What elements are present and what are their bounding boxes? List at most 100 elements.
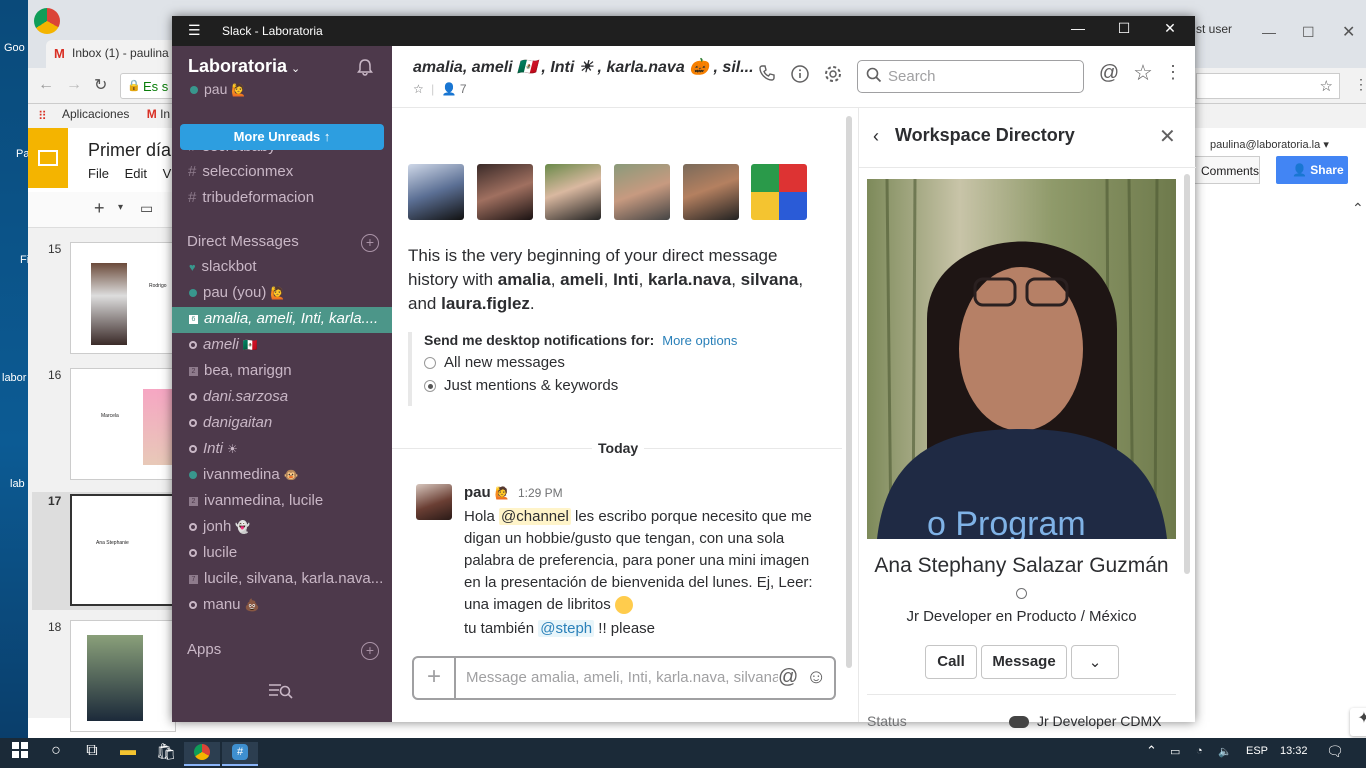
slide-thumbnail[interactable]	[70, 620, 176, 732]
chevron-up-icon[interactable]: ⌃	[1352, 200, 1364, 217]
emoji-picker-icon[interactable]: ☺	[806, 666, 826, 689]
avatar[interactable]	[408, 164, 464, 220]
chrome-menu-icon[interactable]: ⋮	[1354, 76, 1366, 93]
comments-button[interactable]: Comments	[1194, 156, 1260, 184]
attach-plus-icon[interactable]: +	[414, 658, 456, 698]
radio-button[interactable]	[424, 357, 436, 370]
address-bar-right[interactable]: ☆	[1196, 73, 1340, 99]
clock[interactable]: 13:32	[1280, 745, 1308, 757]
file-explorer-icon[interactable]: ▬	[110, 742, 146, 766]
language-indicator[interactable]: ESP	[1246, 745, 1268, 757]
bell-icon[interactable]	[356, 58, 376, 78]
quick-switcher-icon[interactable]	[268, 682, 294, 705]
windows-start-icon[interactable]	[2, 742, 38, 766]
avatar[interactable]	[476, 164, 533, 220]
slack-taskbar-icon[interactable]: #	[222, 742, 258, 766]
dm-item[interactable]: pau (you) 🙋	[172, 281, 392, 307]
bookmark-aplicaciones[interactable]: Aplicaciones	[62, 107, 129, 121]
conversation-title[interactable]: amalia, ameli 🇲🇽 , Inti ☀ , karla.nava 🎃…	[413, 57, 753, 77]
chevron-down-icon[interactable]: ▾	[118, 202, 123, 213]
intro-name[interactable]: amalia	[498, 270, 551, 289]
dm-item[interactable]: 2 bea, mariggn	[172, 359, 392, 385]
dm-item[interactable]: danigaitan	[172, 411, 392, 437]
radio-all-messages[interactable]: All new messages	[424, 354, 828, 371]
phone-icon[interactable]	[756, 64, 778, 86]
chrome-maximize-icon[interactable]: ☐	[1302, 24, 1315, 41]
dm-item[interactable]: 6 amalia, ameli, Inti, karla....	[172, 307, 392, 333]
dm-item[interactable]: 7 lucile, silvana, karla.nava...	[172, 567, 392, 593]
address-bar[interactable]: 🔒 Es s	[120, 73, 180, 99]
more-options-link[interactable]: More options	[662, 333, 737, 348]
user-mention[interactable]: @steph	[538, 620, 595, 637]
channel-mention[interactable]: @channel	[499, 508, 571, 525]
forward-icon[interactable]: →	[66, 76, 82, 94]
radio-mentions[interactable]: Just mentions & keywords	[424, 377, 828, 394]
hamburger-menu-icon[interactable]: ☰	[188, 22, 201, 39]
dm-item[interactable]: ♥ slackbot	[172, 255, 392, 281]
channel-seleccionmex[interactable]: # seleccionmex	[188, 163, 293, 180]
message-author[interactable]: pau	[464, 484, 491, 501]
call-button[interactable]: Call	[925, 645, 977, 679]
dm-item[interactable]: dani.sarzosa	[172, 385, 392, 411]
menu-view[interactable]: V	[163, 166, 172, 181]
intro-name[interactable]: karla.nava	[648, 270, 731, 289]
wifi-icon[interactable]: ◔	[1196, 745, 1203, 757]
dm-item[interactable]: manu 💩	[172, 593, 392, 619]
task-view-icon[interactable]: ⧉	[74, 742, 110, 766]
menu-edit[interactable]: Edit	[125, 166, 147, 181]
channel-tribudeformacion[interactable]: # tribudeformacion	[188, 189, 314, 206]
search-input[interactable]: Search	[857, 60, 1084, 93]
direct-messages-header[interactable]: Direct Messages	[187, 233, 299, 250]
chrome-taskbar-icon[interactable]	[184, 742, 220, 766]
avatar[interactable]	[545, 164, 602, 220]
chrome-minimize-icon[interactable]: —	[1262, 24, 1276, 40]
intro-name[interactable]: laura.figlez	[441, 294, 530, 313]
members-icon[interactable]: 👤	[442, 82, 457, 96]
desktop-icon-label[interactable]: Goo	[4, 42, 25, 54]
desktop-icon-label[interactable]: labor	[2, 372, 26, 384]
desktop-icon-label[interactable]: lab	[10, 478, 25, 490]
dm-item[interactable]: ameli 🇲🇽	[172, 333, 392, 359]
message-input[interactable]: Message amalia, ameli, Inti, karla.nava,…	[466, 669, 778, 686]
cortana-search-icon[interactable]: ○	[38, 742, 74, 766]
volume-icon[interactable]: 🔈	[1218, 745, 1232, 758]
minimize-icon[interactable]: —	[1058, 20, 1098, 42]
intro-name[interactable]: silvana	[741, 270, 799, 289]
mention-at-icon[interactable]: @	[778, 666, 798, 689]
bookmark-gmail[interactable]: M In	[147, 107, 170, 121]
profile-photo[interactable]: o Program	[867, 179, 1176, 539]
intro-name[interactable]: ameli	[560, 270, 603, 289]
add-app-icon[interactable]: +	[361, 642, 379, 660]
more-vertical-icon[interactable]: ⋮	[1162, 62, 1184, 84]
dm-item[interactable]: jonh 👻	[172, 515, 392, 541]
action-center-icon[interactable]: 🗨	[1326, 743, 1344, 760]
account-email[interactable]: paulina@laboratoria.la ▾	[1210, 138, 1329, 151]
slide-thumbnail[interactable]: Rodrigo	[70, 242, 176, 354]
dm-item[interactable]: ivanmedina 🐵	[172, 463, 392, 489]
flexpane-scrollbar[interactable]	[1184, 174, 1190, 574]
close-icon[interactable]: ✕	[1150, 20, 1190, 42]
apps-grid-icon[interactable]: ⠿	[38, 109, 47, 123]
dm-item[interactable]: lucile	[172, 541, 392, 567]
message-button[interactable]: Message	[981, 645, 1067, 679]
dm-item[interactable]: Inti ☀	[172, 437, 392, 463]
chevron-left-icon[interactable]: ‹	[873, 126, 879, 147]
gear-icon[interactable]	[822, 64, 844, 86]
star-icon[interactable]: ☆	[413, 82, 424, 96]
info-icon[interactable]	[789, 64, 811, 86]
reload-icon[interactable]: ↻	[94, 75, 107, 95]
add-dm-icon[interactable]: +	[361, 234, 379, 252]
avatar[interactable]	[682, 164, 739, 220]
more-unreads-button[interactable]: More Unreads ↑	[180, 124, 384, 150]
mentions-icon[interactable]: @	[1098, 62, 1120, 84]
more-actions-button[interactable]: ⌄	[1071, 645, 1119, 679]
presentation-title[interactable]: Primer día	[88, 140, 171, 161]
star-icon[interactable]: ☆	[1132, 60, 1154, 85]
battery-icon[interactable]: ▭	[1170, 745, 1180, 758]
bookmark-star-icon[interactable]: ☆	[1320, 77, 1333, 95]
chevron-up-icon[interactable]: ⌃	[1146, 743, 1157, 759]
explore-icon[interactable]: ✦	[1350, 708, 1366, 736]
avatar[interactable]	[613, 164, 670, 220]
intro-name[interactable]: Inti	[613, 270, 639, 289]
radio-button-checked[interactable]	[424, 380, 436, 393]
